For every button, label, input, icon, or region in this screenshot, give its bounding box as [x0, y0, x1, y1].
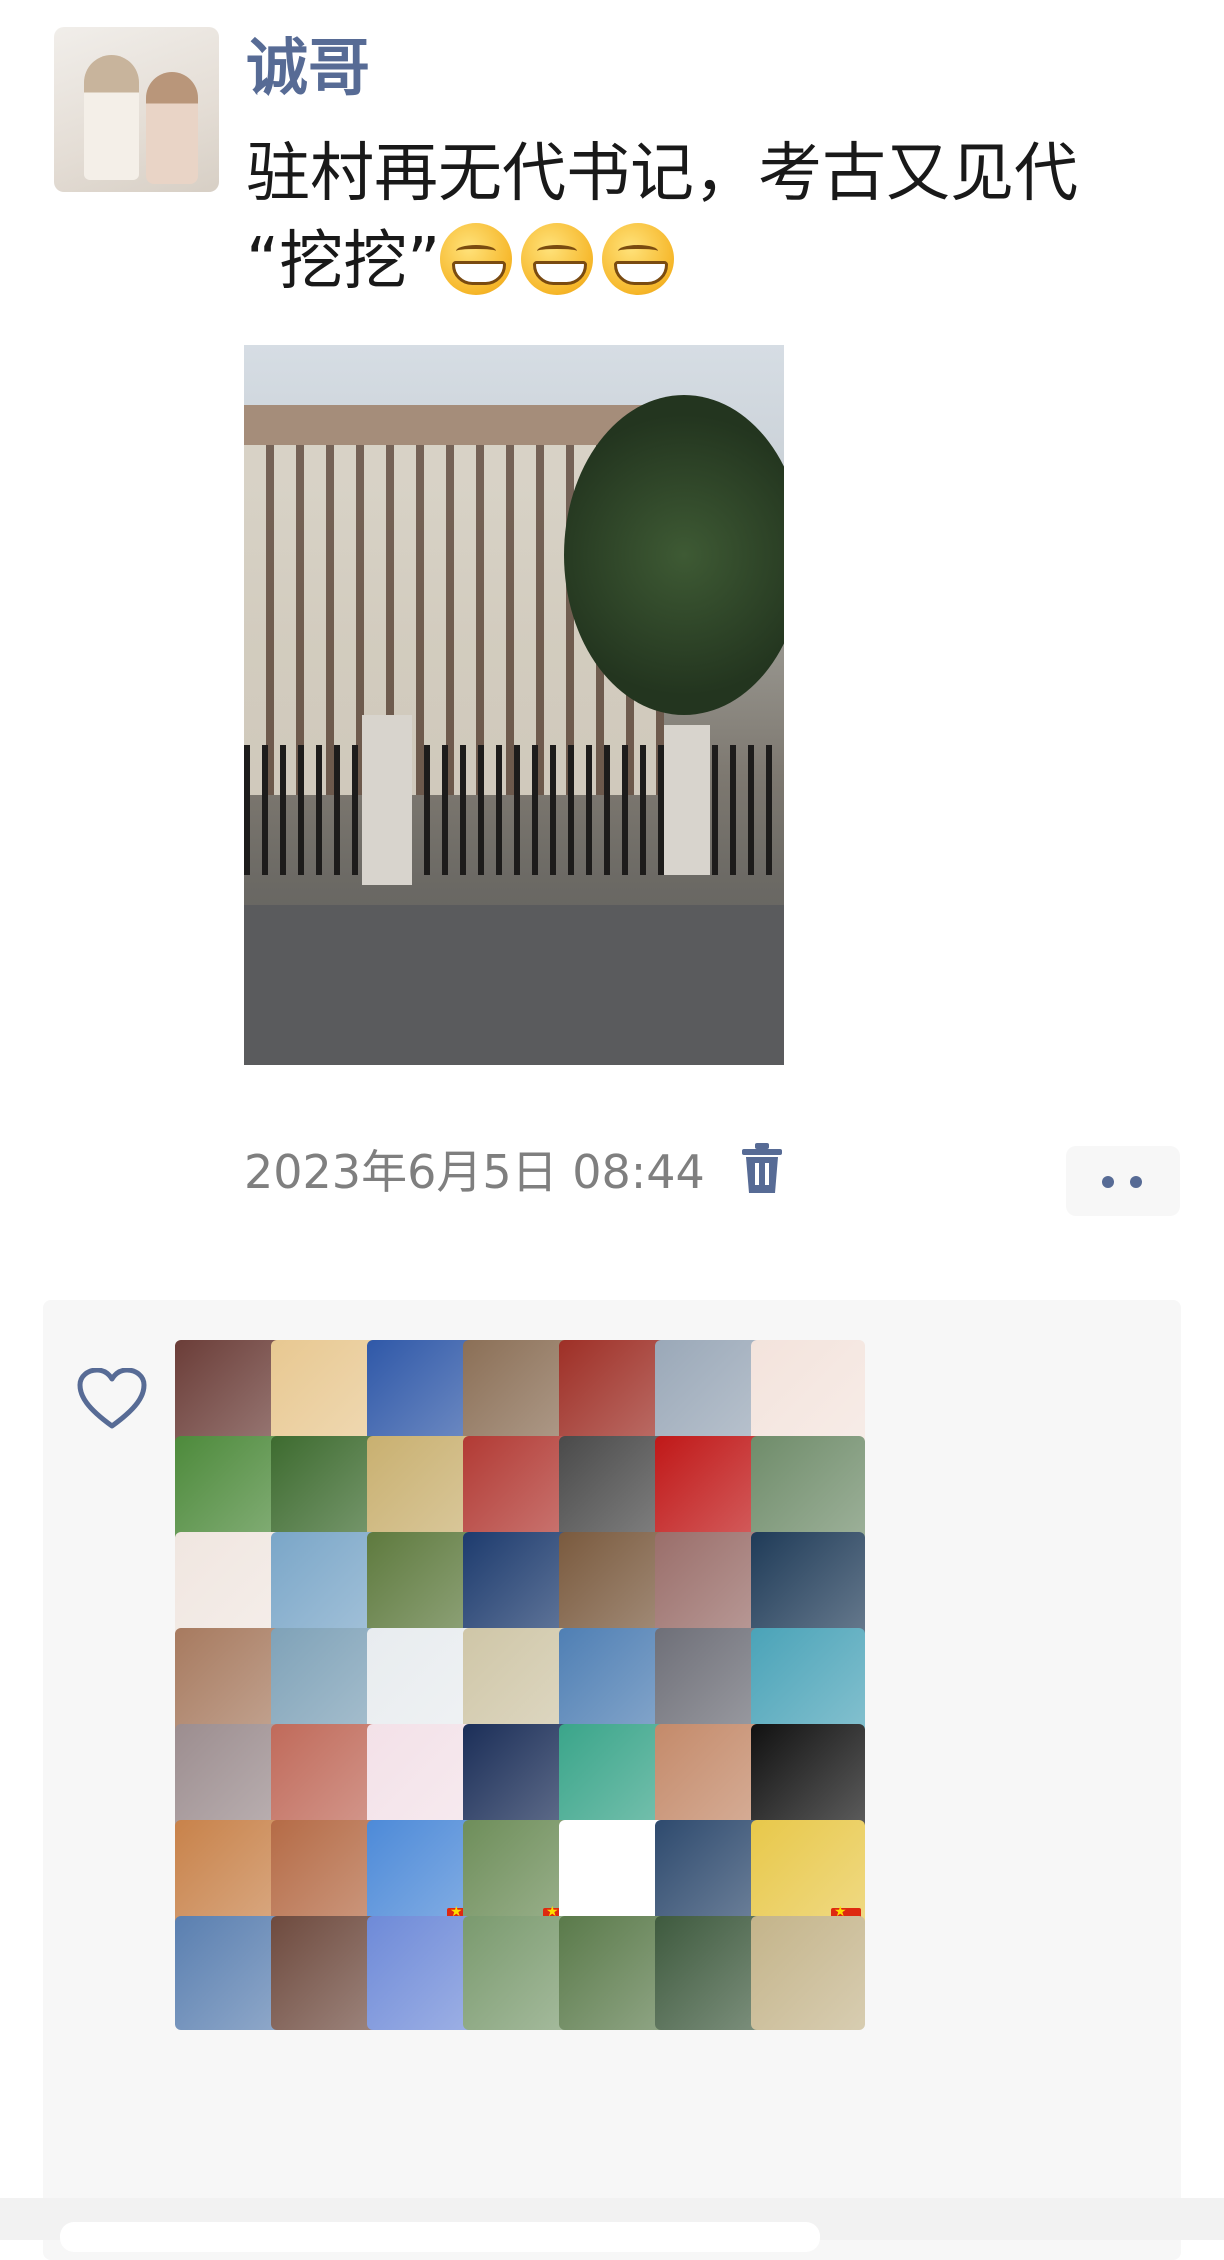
emoji-group [440, 223, 683, 299]
trash-icon[interactable] [740, 1143, 784, 1195]
likes-panel [43, 1300, 1181, 2260]
post-text-line-1: 驻村再无代书记，考古又见代 [246, 137, 1078, 211]
post-text: 驻村再无代书记，考古又见代 “挖挖” [246, 130, 1166, 306]
grinning-face-emoji [602, 223, 675, 295]
more-dots-icon[interactable] [1066, 1146, 1180, 1216]
grinning-face-emoji [521, 223, 594, 295]
avatar-figure-boy [84, 55, 139, 180]
avatar-figure-girl [146, 72, 198, 184]
post-text-line-2: “挖挖” [246, 218, 1166, 306]
grinning-face-emoji [440, 223, 513, 295]
post-photo[interactable] [244, 345, 784, 1065]
more-dot [1102, 1176, 1114, 1188]
more-dot [1130, 1176, 1142, 1188]
avatar[interactable] [54, 27, 219, 192]
photo-road [244, 905, 784, 1065]
heart-outline-icon [77, 1368, 147, 1429]
post-text-quote: “挖挖” [246, 225, 441, 299]
photo-pillar-left [362, 715, 412, 885]
post-timestamp: 2023年6月5日 08:44 [244, 1145, 705, 1199]
photo-pillar-right [664, 725, 710, 875]
username-link[interactable]: 诚哥 [246, 28, 370, 108]
comment-bar[interactable] [60, 2222, 820, 2252]
liker-avatar[interactable] [751, 1916, 865, 2030]
